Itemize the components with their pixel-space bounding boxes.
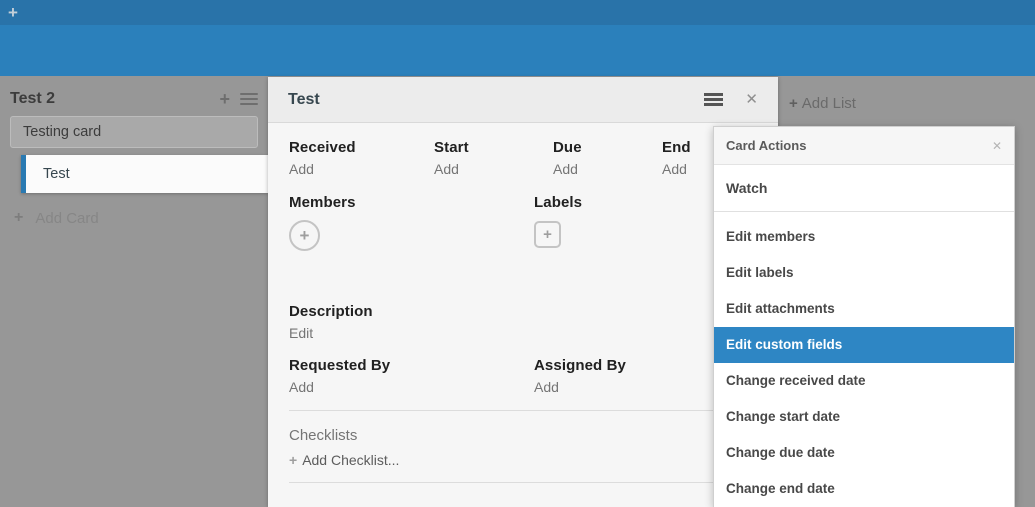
close-icon[interactable]: ✕ [992, 140, 1002, 152]
menu-item-edit-members[interactable]: Edit members [714, 219, 1014, 255]
card-actions-menu-header: Card Actions ✕ [714, 127, 1014, 165]
menu-item-watch[interactable]: Watch [714, 165, 1014, 212]
add-member-button[interactable]: + [289, 220, 320, 251]
menu-item-change-start-date[interactable]: Change start date [714, 399, 1014, 435]
members-labels-row: Members + Labels + [289, 194, 757, 251]
due-label: Due [553, 139, 662, 156]
menu-item-change-end-date[interactable]: Change end date [714, 471, 1014, 507]
description-label: Description [289, 303, 757, 320]
card-detail-modal: Test ✕ Received Add Start Add Due Add [268, 77, 778, 507]
list-menu-icon[interactable] [240, 93, 258, 106]
due-add-link[interactable]: Add [553, 161, 578, 177]
checklists-section: Checklists + Add Checklist... [289, 411, 757, 468]
app-window: + Test 2 + Testing card Test + Add Card … [0, 0, 1035, 507]
members-section: Members + [289, 194, 534, 251]
board-list: Test 2 + Testing card Test + Add Card [0, 86, 268, 227]
assigned-by-add-link[interactable]: Add [534, 379, 559, 395]
plus-icon: + [289, 452, 297, 468]
description-edit-link[interactable]: Edit [289, 325, 313, 341]
card-actions-menu-title: Card Actions [726, 138, 992, 153]
card-actions-menu-icon[interactable] [704, 93, 723, 106]
requested-by-label: Requested By [289, 357, 534, 374]
add-list-label: Add List [802, 95, 856, 112]
checklists-label: Checklists [289, 427, 757, 444]
close-icon[interactable]: ✕ [745, 92, 758, 107]
card-modal-header: Test ✕ [268, 77, 778, 123]
start-field: Start Add [434, 139, 553, 177]
add-checklist-link[interactable]: + Add Checklist... [289, 452, 399, 468]
board-header-bar [0, 25, 1035, 76]
card-modal-title: Test [288, 91, 704, 109]
add-board-icon[interactable]: + [8, 4, 18, 21]
add-card-label: Add Card [35, 210, 98, 227]
add-list-button[interactable]: + Add List [789, 95, 856, 112]
card-actions-menu: Card Actions ✕ Watch Edit members Edit l… [713, 126, 1015, 507]
menu-item-change-due-date[interactable]: Change due date [714, 435, 1014, 471]
received-field: Received Add [289, 139, 434, 177]
received-label: Received [289, 139, 434, 156]
card-actions-menu-items: Edit members Edit labels Edit attachment… [714, 212, 1014, 507]
description-section: Description Edit [289, 303, 757, 341]
list-header: Test 2 + [0, 86, 268, 114]
add-label-button[interactable]: + [534, 221, 561, 248]
requested-by-section: Requested By Add [289, 357, 534, 395]
end-add-link[interactable]: Add [662, 161, 687, 177]
date-fields-row: Received Add Start Add Due Add End Add [289, 139, 757, 177]
requested-assigned-row: Requested By Add Assigned By Add [289, 357, 757, 395]
start-add-link[interactable]: Add [434, 161, 459, 177]
board-card[interactable]: Testing card [10, 116, 258, 148]
menu-item-edit-custom-fields[interactable]: Edit custom fields [714, 327, 1014, 363]
top-navbar: + [0, 0, 1035, 25]
menu-item-change-received-date[interactable]: Change received date [714, 363, 1014, 399]
menu-item-edit-attachments[interactable]: Edit attachments [714, 291, 1014, 327]
received-add-link[interactable]: Add [289, 161, 314, 177]
start-label: Start [434, 139, 553, 156]
add-card-button[interactable]: + Add Card [14, 209, 268, 227]
requested-by-add-link[interactable]: Add [289, 379, 314, 395]
board-card-selected[interactable]: Test [21, 155, 268, 193]
due-field: Due Add [553, 139, 662, 177]
plus-icon: + [789, 95, 798, 112]
plus-icon: + [14, 209, 23, 227]
list-add-icon[interactable]: + [219, 90, 230, 108]
members-label: Members [289, 194, 534, 211]
menu-item-edit-labels[interactable]: Edit labels [714, 255, 1014, 291]
card-modal-body: Received Add Start Add Due Add End Add [268, 123, 778, 483]
list-title: Test 2 [10, 90, 219, 108]
add-checklist-label: Add Checklist... [302, 452, 399, 468]
divider [289, 482, 757, 483]
